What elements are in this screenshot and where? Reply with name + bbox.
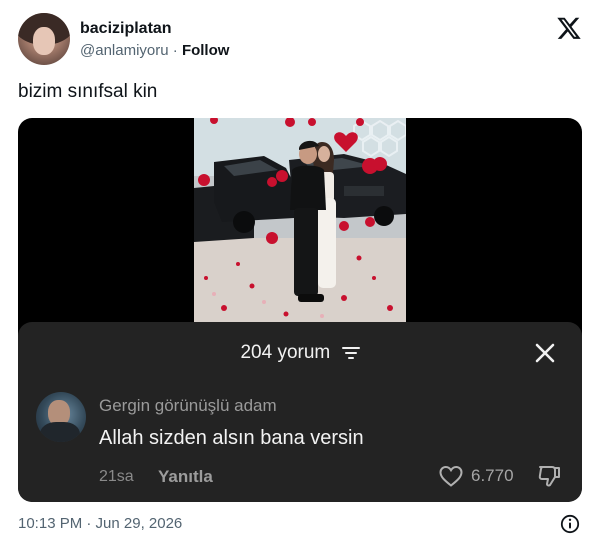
reply-button[interactable]: Yanıtla	[158, 467, 213, 487]
tweet-date[interactable]: 10:13 PM · Jun 29, 2026	[18, 514, 584, 534]
like-button[interactable]: 6.770	[438, 463, 514, 489]
tweet-media[interactable]: 204 yorum Gergin görünüşlü adam Allah si…	[18, 118, 582, 502]
comment-age: 21sa	[99, 468, 134, 485]
video-scene	[194, 118, 406, 322]
comments-sheet: 204 yorum Gergin görünüşlü adam Allah si…	[18, 322, 582, 502]
avatar-body	[40, 422, 80, 442]
comment-count: 204 yorum	[240, 342, 331, 363]
tweet-header: baciziplatan @anlamiyoru · Follow	[18, 13, 584, 65]
x-logo-icon[interactable]	[556, 15, 582, 41]
thumbs-down-icon[interactable]	[536, 463, 562, 489]
tweet-footer: 10:13 PM · Jun 29, 2026	[18, 514, 584, 534]
user-handle[interactable]: @anlamiyoru	[80, 42, 169, 59]
user-info: baciziplatan @anlamiyoru · Follow	[80, 19, 229, 61]
user-avatar[interactable]	[18, 13, 70, 65]
comment-count-header[interactable]: 204 yorum	[18, 342, 582, 364]
separator: ·	[168, 42, 182, 59]
filter-icon[interactable]	[341, 346, 360, 360]
heart-icon	[439, 465, 463, 487]
commenter-name[interactable]: Gergin görünüşlü adam	[99, 396, 277, 416]
video-frame[interactable]	[194, 118, 406, 322]
avatar-face	[33, 27, 55, 55]
info-icon[interactable]	[560, 514, 580, 534]
follow-button[interactable]: Follow	[182, 42, 230, 59]
handle-line: @anlamiyoru · Follow	[80, 41, 229, 61]
commenter-avatar[interactable]	[36, 392, 86, 442]
like-count: 6.770	[471, 466, 514, 485]
user-name[interactable]: baciziplatan	[80, 19, 229, 39]
close-icon[interactable]	[532, 340, 558, 366]
comment-text: Allah sizden alsın bana versin	[99, 427, 364, 449]
tweet-text: bizim sınıfsal kin	[18, 81, 158, 102]
